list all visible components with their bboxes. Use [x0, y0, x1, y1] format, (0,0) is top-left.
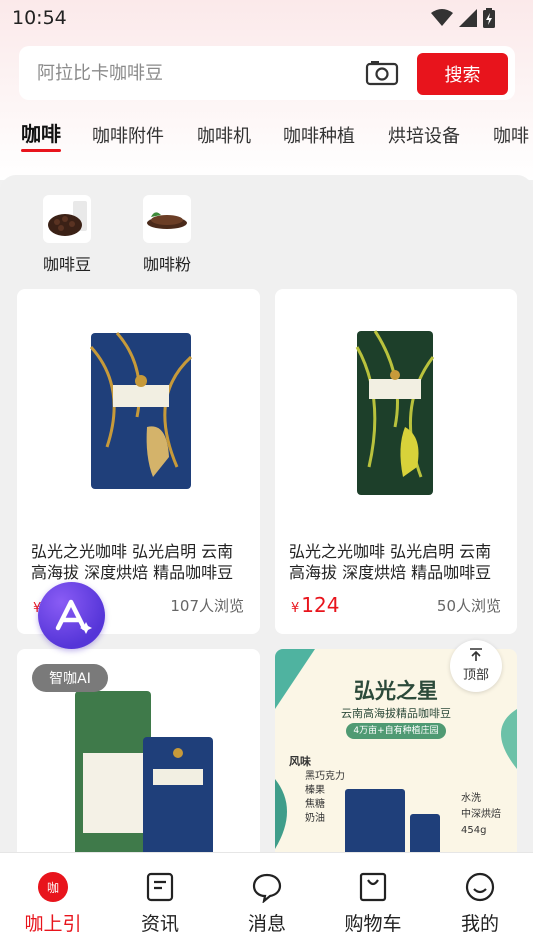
status-bar: 10:54 [0, 0, 533, 38]
wifi-icon [431, 9, 453, 26]
process-item: 中深烘焙 [461, 809, 501, 820]
product-title: 弘光之光咖啡 弘光启明 云南高海拔 深度烘焙 精品咖啡豆 [289, 542, 492, 582]
tab-coffee-machines[interactable]: 咖啡机 [197, 122, 251, 148]
back-to-top-label: 顶部 [462, 668, 489, 683]
camera-icon[interactable] [365, 59, 399, 87]
search-button[interactable]: 搜索 [417, 53, 508, 95]
arrow-up-icon [470, 648, 482, 661]
nav-item-profile[interactable]: 我的 [440, 871, 520, 936]
coffee-bag-image [89, 332, 193, 489]
product-price: ¥124 [291, 593, 340, 617]
status-time: 10:54 [12, 7, 67, 29]
cart-icon [357, 871, 389, 903]
category-label: 咖啡豆 [42, 255, 91, 274]
product-views: 107人浏览 [170, 597, 244, 615]
category-coffee-beans[interactable]: 咖啡豆 [32, 195, 102, 275]
back-to-top-button[interactable]: 顶部 [450, 640, 502, 692]
coffee-powder-image [143, 195, 191, 243]
ai-assistant-button[interactable] [38, 582, 105, 649]
product-views: 50人浏览 [436, 597, 501, 615]
promo-subtitle: 云南高海拔精品咖啡豆 [341, 707, 451, 720]
home-logo-icon: 咖 [37, 871, 69, 903]
profile-icon [464, 871, 496, 903]
search-input[interactable] [37, 58, 357, 88]
category-label: 咖啡粉 [142, 255, 191, 274]
process-item: 水洗 [461, 793, 481, 804]
process-list: 水洗 中深烘焙 454g [461, 791, 501, 839]
tab-coffee[interactable]: 咖啡 [21, 118, 61, 152]
tab-coffee-accessories[interactable]: 咖啡附件 [92, 122, 164, 148]
battery-icon [483, 8, 495, 28]
signal-icon [459, 9, 477, 27]
flavor-list: 黑巧克力 榛果 焦糖 奶油 [305, 770, 345, 826]
nav-item-news[interactable]: 资讯 [120, 871, 200, 936]
flavor-item: 黑巧克力 [305, 771, 345, 782]
product-title: 弘光之光咖啡 弘光启明 云南高海拔 深度烘焙 精品咖啡豆 [31, 542, 234, 582]
status-icons [431, 8, 495, 28]
nav-label: 资讯 [140, 913, 179, 935]
nav-item-messages[interactable]: 消息 [227, 871, 307, 936]
message-icon [251, 871, 283, 904]
nav-item-home[interactable]: 咖 咖上引 [13, 871, 93, 936]
category-tabs: 咖啡 咖啡附件 咖啡机 咖啡种植 烘培设备 咖啡 [0, 118, 533, 158]
flavor-heading: 风味 [289, 755, 311, 768]
tab-coffee-planting[interactable]: 咖啡种植 [283, 122, 355, 148]
process-item: 454g [461, 825, 487, 836]
coffee-beans-image [43, 195, 91, 243]
nav-label: 咖上引 [24, 913, 82, 935]
product-card[interactable]: 弘光之光咖啡 弘光启明 云南高海拔 深度烘焙 精品咖啡豆 ¥124 50人浏览 [275, 289, 517, 634]
nav-label: 购物车 [344, 913, 402, 935]
flavor-item: 奶油 [305, 813, 325, 824]
bottom-nav: 咖 咖上引 资讯 消息 购物车 我的 [0, 852, 533, 948]
tab-roasting-equipment[interactable]: 烘培设备 [388, 122, 460, 148]
nav-item-cart[interactable]: 购物车 [333, 871, 413, 936]
nav-label: 我的 [460, 913, 499, 935]
promo-tagline: 4万亩+自有种植庄园 [346, 723, 446, 739]
category-coffee-powder[interactable]: 咖啡粉 [132, 195, 202, 275]
nav-label: 消息 [247, 913, 286, 935]
flavor-item: 焦糖 [305, 799, 325, 810]
coffee-bag-image [75, 691, 213, 857]
news-icon [144, 871, 176, 903]
search-bar: 搜索 [19, 46, 515, 100]
content-panel: 咖啡豆 咖啡粉 弘光之光咖啡 弘光启明 云南高海拔 深度烘焙 精品咖啡豆 ¥ 1… [0, 175, 533, 875]
ai-badge[interactable]: 智咖AI [32, 664, 108, 692]
tab-coffee-more[interactable]: 咖啡 [493, 122, 529, 148]
svg-text:咖: 咖 [47, 880, 59, 895]
coffee-bag-image [355, 330, 435, 495]
ai-assistant-icon [55, 599, 92, 634]
flavor-item: 榛果 [305, 785, 325, 796]
